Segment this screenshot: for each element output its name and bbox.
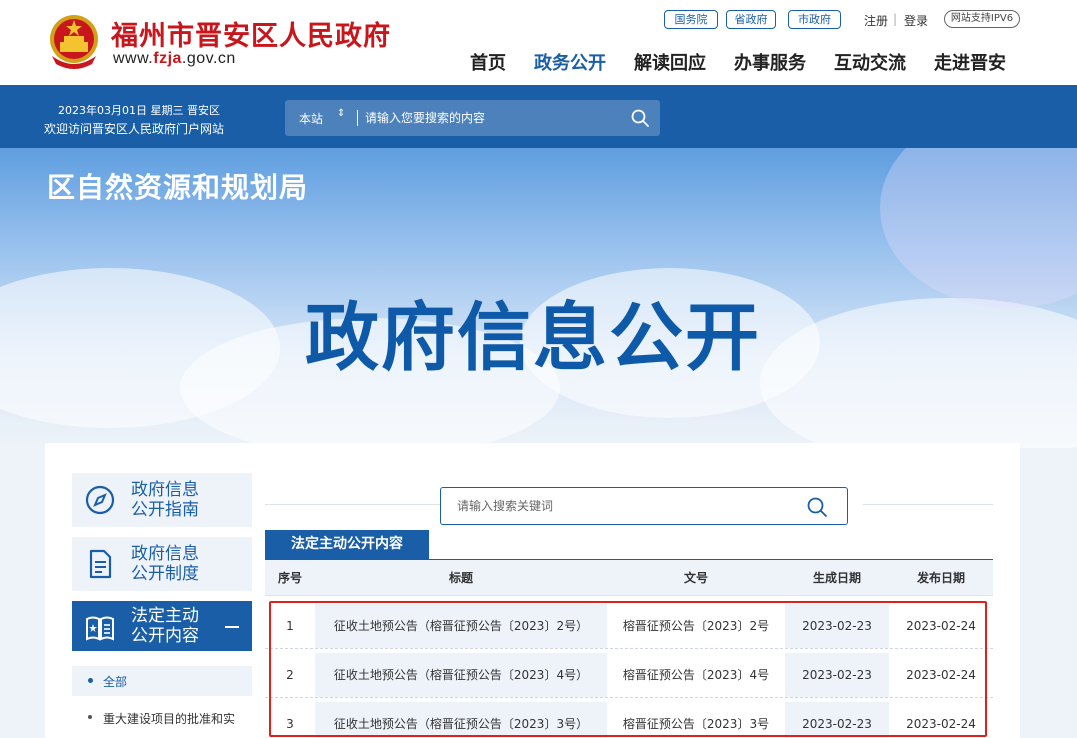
site-title[interactable]: 福州市晋安区人民政府 bbox=[111, 14, 391, 53]
sidebar-item-disclosure-system[interactable]: 政府信息 公开制度 bbox=[72, 537, 252, 591]
row-created-date: 2023-02-23 bbox=[785, 702, 889, 738]
login-link[interactable]: 登录 bbox=[904, 12, 928, 29]
row-doc-no: 榕晋征预公告〔2023〕2号 bbox=[622, 619, 770, 633]
row-doc-no: 榕晋征预公告〔2023〕3号 bbox=[622, 717, 770, 731]
search-divider bbox=[357, 110, 358, 126]
province-gov-link[interactable]: 省政府 bbox=[726, 10, 776, 29]
bullet-icon bbox=[88, 678, 93, 683]
welcome-text: 欢迎访问晋安区人民政府门户网站 bbox=[44, 122, 225, 136]
column-header-doc-no: 文号 bbox=[683, 571, 708, 585]
nav-interaction[interactable]: 互动交流 bbox=[834, 49, 906, 74]
date-line: 2023年03月01日 星期三 晋安区 bbox=[58, 104, 220, 117]
submenu-item-major-projects[interactable]: 重大建设项目的批准和实 bbox=[72, 706, 252, 736]
row-created-date: 2023-02-23 bbox=[785, 653, 889, 697]
row-title-link[interactable]: 征收土地预公告（榕晋征预公告〔2023〕2号） bbox=[315, 604, 607, 648]
national-emblem-icon[interactable] bbox=[46, 12, 102, 70]
site-domain: www.fzja.gov.cn bbox=[113, 50, 236, 68]
nav-about-jinan[interactable]: 走进晋安 bbox=[934, 49, 1006, 74]
register-link[interactable]: 注册 bbox=[864, 12, 888, 29]
row-published-date: 2023-02-24 bbox=[906, 717, 976, 731]
row-created-date: 2023-02-23 bbox=[785, 604, 889, 648]
compass-icon bbox=[85, 485, 115, 515]
search-scope-select[interactable]: 本站 bbox=[299, 110, 323, 127]
row-title-link[interactable]: 征收土地预公告（榕晋征预公告〔2023〕4号） bbox=[315, 653, 607, 697]
minus-icon[interactable] bbox=[225, 626, 239, 628]
search-icon[interactable] bbox=[806, 496, 828, 518]
row-title-link[interactable]: 征收土地预公告（榕晋征预公告〔2023〕3号） bbox=[315, 702, 607, 738]
row-published-date: 2023-02-24 bbox=[906, 619, 976, 633]
nav-home[interactable]: 首页 bbox=[470, 49, 506, 74]
row-index: 3 bbox=[286, 717, 294, 731]
row-doc-no: 榕晋征预公告〔2023〕4号 bbox=[622, 668, 770, 682]
nav-services[interactable]: 办事服务 bbox=[734, 49, 806, 74]
main-nav: 首页 政务公开 解读回应 办事服务 互动交流 走进晋安 bbox=[470, 49, 1006, 74]
divider-line bbox=[265, 504, 440, 505]
keyword-search-box bbox=[440, 487, 848, 525]
domain-suffix: .gov.cn bbox=[181, 50, 236, 67]
content-panel: 政府信息 公开指南 政府信息 公开制度 法定主动 公开内容 全部 重大建设项目的… bbox=[45, 443, 1020, 738]
site-search-bar: 本站 ⇕ bbox=[285, 100, 660, 136]
nav-gov-affairs-open[interactable]: 政务公开 bbox=[534, 49, 606, 74]
column-header-title: 标题 bbox=[448, 571, 473, 585]
domain-highlight: fzja bbox=[153, 50, 182, 67]
table-row[interactable]: 3 征收土地预公告（榕晋征预公告〔2023〕3号） 榕晋征预公告〔2023〕3号… bbox=[265, 702, 993, 738]
table-row[interactable]: 2 征收土地预公告（榕晋征预公告〔2023〕4号） 榕晋征预公告〔2023〕4号… bbox=[265, 653, 993, 698]
keyword-search-input[interactable] bbox=[457, 496, 787, 516]
bullet-icon bbox=[88, 715, 92, 719]
row-index: 2 bbox=[286, 668, 294, 682]
nav-interpretation[interactable]: 解读回应 bbox=[634, 49, 706, 74]
book-star-icon bbox=[86, 616, 114, 641]
info-bar: 2023年03月01日 星期三 晋安区 欢迎访问晋安区人民政府门户网站 本站 ⇕ bbox=[0, 85, 1077, 148]
city-gov-link[interactable]: 市政府 bbox=[788, 10, 841, 29]
table-header: 序号 标题 文号 生成日期 发布日期 bbox=[265, 560, 993, 596]
domain-prefix: www. bbox=[113, 50, 154, 67]
divider-line bbox=[863, 504, 993, 505]
chevron-updown-icon[interactable]: ⇕ bbox=[337, 108, 345, 119]
banner: 区自然资源和规划局 政府信息公开 bbox=[0, 148, 1077, 448]
column-header-index: 序号 bbox=[277, 571, 302, 585]
column-header-published: 发布日期 bbox=[916, 571, 965, 585]
submenu-label: 重大建设项目的批准和实 bbox=[103, 712, 236, 726]
row-index: 1 bbox=[286, 619, 294, 633]
column-header-created: 生成日期 bbox=[812, 571, 861, 585]
banner-cloud bbox=[880, 148, 1077, 308]
document-icon bbox=[89, 549, 112, 579]
submenu-label: 全部 bbox=[103, 675, 128, 689]
table-row[interactable]: 1 征收土地预公告（榕晋征预公告〔2023〕2号） 榕晋征预公告〔2023〕2号… bbox=[265, 604, 993, 649]
sidebar-item-label: 政府信息 公开指南 bbox=[131, 480, 199, 520]
sidebar-item-label: 法定主动 公开内容 bbox=[131, 606, 199, 646]
state-council-link[interactable]: 国务院 bbox=[664, 10, 718, 29]
tab-statutory-content[interactable]: 法定主动公开内容 bbox=[265, 530, 429, 559]
sidebar-item-disclosure-guide[interactable]: 政府信息 公开指南 bbox=[72, 473, 252, 527]
ipv6-badge: 网站支持IPV6 bbox=[944, 10, 1020, 28]
row-published-date: 2023-02-24 bbox=[906, 668, 976, 682]
sidebar-item-statutory-content[interactable]: 法定主动 公开内容 bbox=[72, 601, 252, 651]
site-search-input[interactable] bbox=[365, 106, 615, 130]
submenu-item-all[interactable]: 全部 bbox=[72, 666, 252, 696]
site-header: 福州市晋安区人民政府 www.fzja.gov.cn 国务院 省政府 市政府 注… bbox=[0, 0, 1077, 85]
search-icon[interactable] bbox=[630, 108, 650, 128]
department-name: 区自然资源和规划局 bbox=[47, 171, 309, 204]
link-separator: | bbox=[893, 12, 898, 26]
sidebar-item-label: 政府信息 公开制度 bbox=[131, 544, 199, 584]
banner-title: 政府信息公开 bbox=[305, 295, 761, 381]
